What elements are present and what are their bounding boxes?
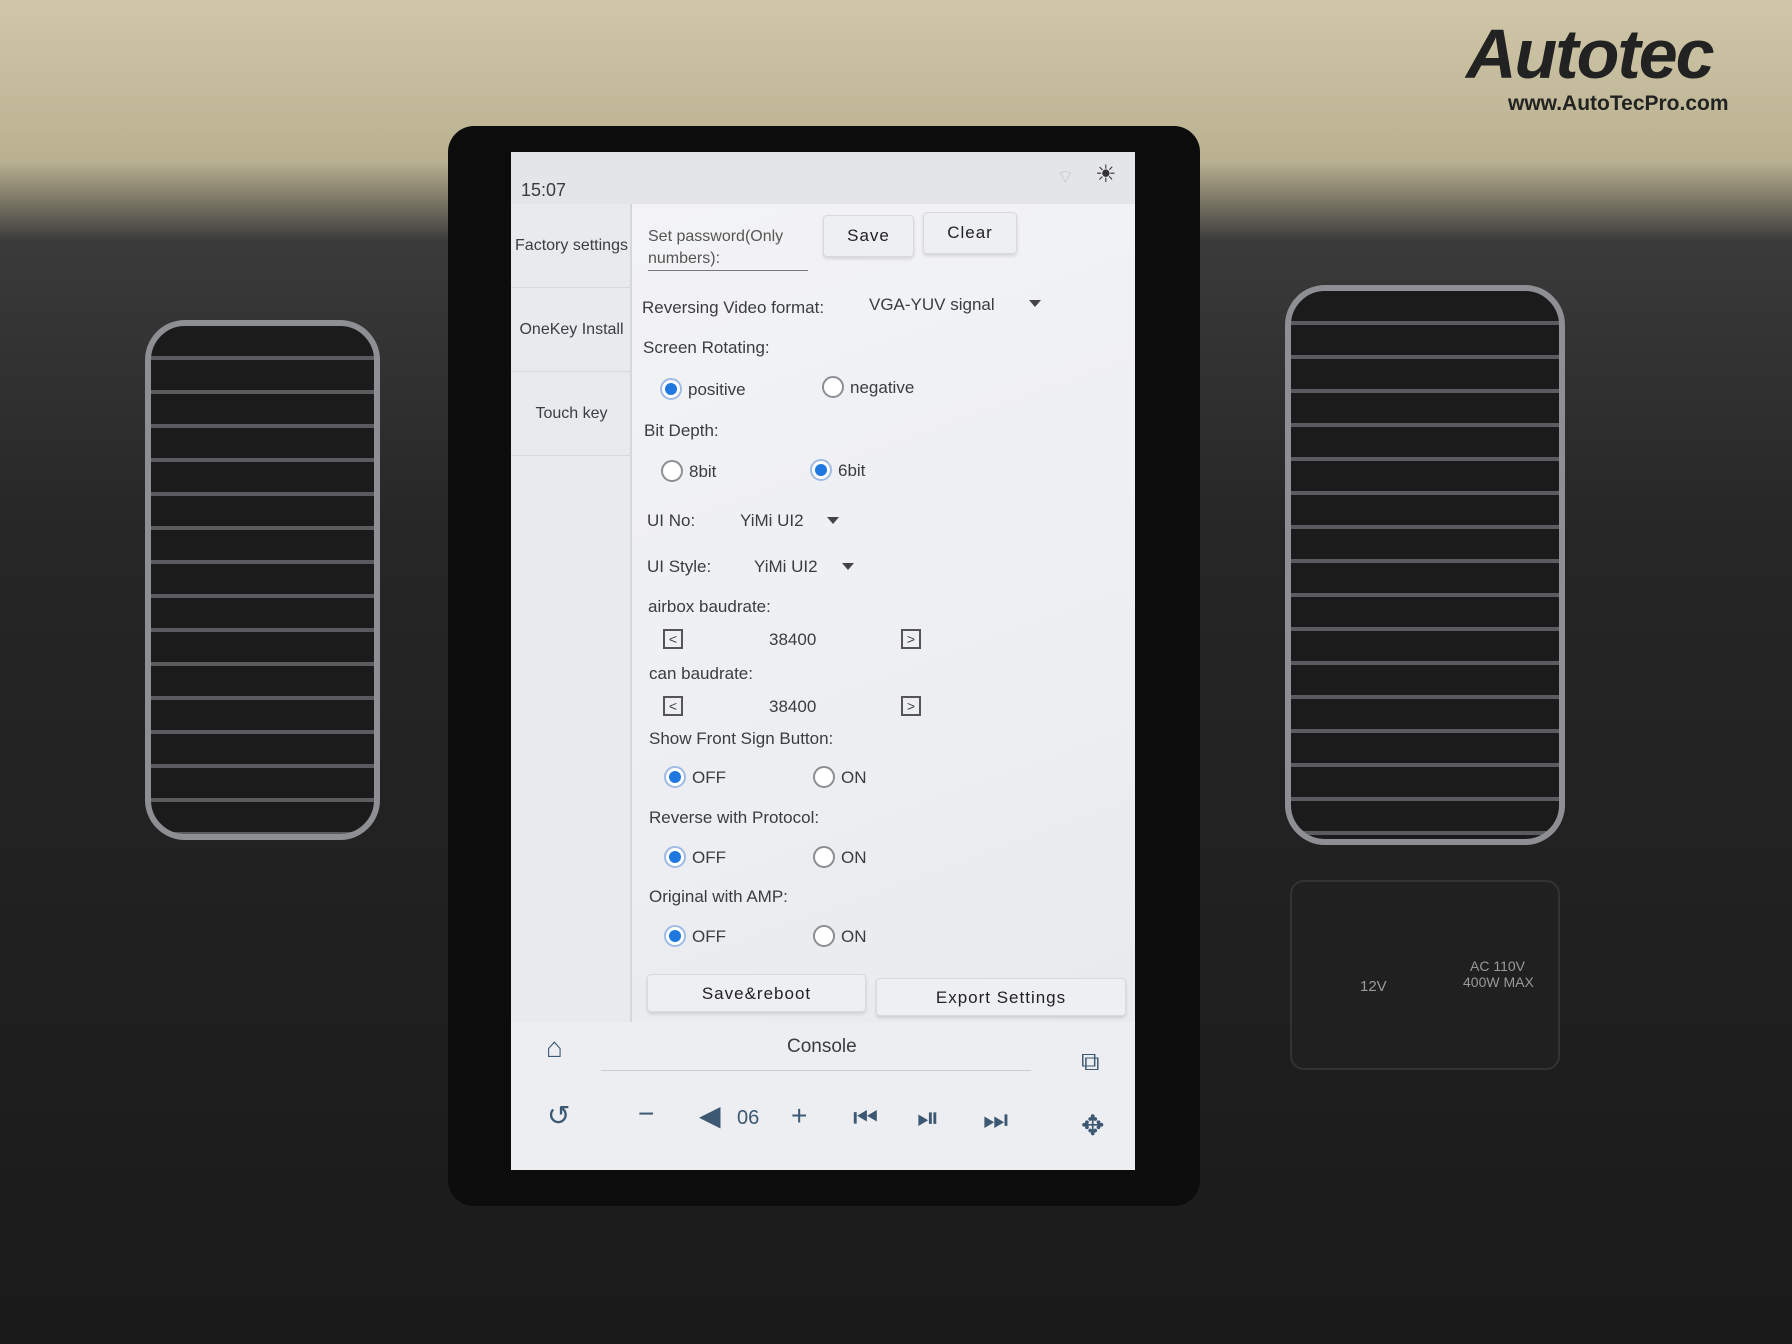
amp-on-label: ON [841, 927, 867, 946]
radio-positive[interactable] [660, 378, 682, 400]
volume-down-icon[interactable]: − [638, 1100, 654, 1128]
can-baudrate-label: can baudrate: [649, 664, 753, 683]
password-label-line1: Set password(Only [648, 228, 784, 245]
original-amp-label: Original with AMP: [649, 887, 788, 906]
front-sign-off-label: OFF [692, 768, 726, 787]
reverse-protocol-off-label: OFF [692, 848, 726, 867]
console-divider [601, 1070, 1031, 1071]
wifi-icon: ⌔ [1057, 167, 1074, 187]
reversing-video-label: Reversing Video format: [642, 298, 825, 317]
clear-button[interactable]: Clear [923, 212, 1017, 254]
brightness-icon[interactable]: ☀ [1095, 160, 1117, 189]
sidebar-item-touch-key[interactable]: Touch key [511, 372, 632, 456]
ui-no-value[interactable]: YiMi UI2 [740, 511, 804, 531]
can-decrement-button[interactable]: < [663, 696, 683, 716]
radio-amp-on[interactable] [813, 925, 835, 947]
radio-reverse-protocol-on[interactable] [813, 846, 835, 868]
ui-no-label: UI No: [647, 511, 696, 530]
airbox-decrement-button[interactable]: < [663, 629, 683, 649]
radio-negative-label: negative [850, 378, 915, 397]
status-bar: 15:07 ⌔ ☀ [511, 152, 1135, 204]
radio-positive-label: positive [688, 380, 746, 399]
sidebar-item-factory-settings[interactable]: Factory settings [511, 204, 632, 288]
radio-8bit[interactable] [661, 460, 683, 482]
export-settings-button[interactable]: Export Settings [876, 978, 1126, 1016]
airbox-baudrate-label: airbox baudrate: [648, 597, 771, 616]
brand-url: www.AutoTecPro.com [1508, 92, 1729, 115]
clock: 15:07 [521, 180, 567, 200]
screen-rotating-label: Screen Rotating: [643, 338, 770, 357]
right-air-vent [1285, 285, 1565, 845]
back-icon[interactable]: ↺ [547, 1102, 570, 1130]
radio-8bit-label: 8bit [689, 462, 717, 481]
outlet-ac-label-2: 400W MAX [1463, 974, 1534, 990]
radio-front-sign-off[interactable] [664, 766, 686, 788]
outlet-ac-label: AC 110V [1470, 958, 1525, 974]
save-button[interactable]: Save [823, 215, 914, 257]
chevron-down-icon[interactable] [827, 517, 839, 524]
radio-amp-off[interactable] [664, 925, 686, 947]
chevron-down-icon[interactable] [1029, 300, 1041, 307]
window-switch-icon[interactable]: ⧉ [1081, 1048, 1100, 1074]
left-air-vent [145, 320, 380, 840]
sidebar: Factory settings OneKey Install Touch ke… [511, 204, 632, 1034]
front-sign-on-label: ON [841, 768, 867, 787]
autotec-logo: Autotec [1466, 15, 1715, 93]
next-track-icon[interactable]: ⏭ [983, 1106, 1008, 1134]
password-label-line2: numbers): [648, 250, 721, 267]
airbox-increment-button[interactable]: > [901, 629, 921, 649]
volume-level: 06 [737, 1107, 760, 1129]
radio-front-sign-on[interactable] [813, 766, 835, 788]
ui-style-label: UI Style: [647, 557, 712, 576]
reverse-protocol-on-label: ON [841, 848, 867, 867]
can-increment-button[interactable]: > [901, 696, 921, 716]
show-front-sign-label: Show Front Sign Button: [649, 729, 834, 748]
bit-depth-label: Bit Depth: [644, 421, 719, 440]
speaker-icon: ◀ [699, 1100, 721, 1131]
reversing-video-value[interactable]: VGA-YUV signal [869, 295, 995, 315]
console-title: Console [787, 1036, 857, 1057]
volume-up-icon[interactable]: + [791, 1102, 807, 1130]
sidebar-item-onekey-install[interactable]: OneKey Install [511, 288, 632, 372]
previous-track-icon[interactable]: ⏮ [853, 1104, 878, 1132]
radio-reverse-protocol-off[interactable] [664, 846, 686, 868]
password-input[interactable] [648, 270, 808, 271]
airbox-baudrate-value: 38400 [769, 630, 817, 649]
chevron-down-icon[interactable] [842, 563, 854, 570]
amp-off-label: OFF [692, 927, 726, 946]
can-baudrate-value: 38400 [769, 697, 817, 716]
play-pause-icon[interactable]: ⏯ [917, 1104, 939, 1132]
reverse-protocol-label: Reverse with Protocol: [649, 808, 820, 827]
ui-style-value[interactable]: YiMi UI2 [754, 557, 818, 577]
apps-grid-icon[interactable]: ✥ [1081, 1112, 1104, 1140]
radio-6bit[interactable] [810, 459, 832, 481]
radio-negative[interactable] [822, 376, 844, 398]
home-icon[interactable]: ⌂ [546, 1034, 563, 1062]
save-reboot-button[interactable]: Save&reboot [647, 974, 866, 1012]
outlet-12v-label: 12V [1360, 978, 1387, 995]
radio-6bit-label: 6bit [838, 461, 866, 480]
head-unit-screen: 15:07 ⌔ ☀ Factory settings OneKey Instal… [511, 152, 1135, 1170]
